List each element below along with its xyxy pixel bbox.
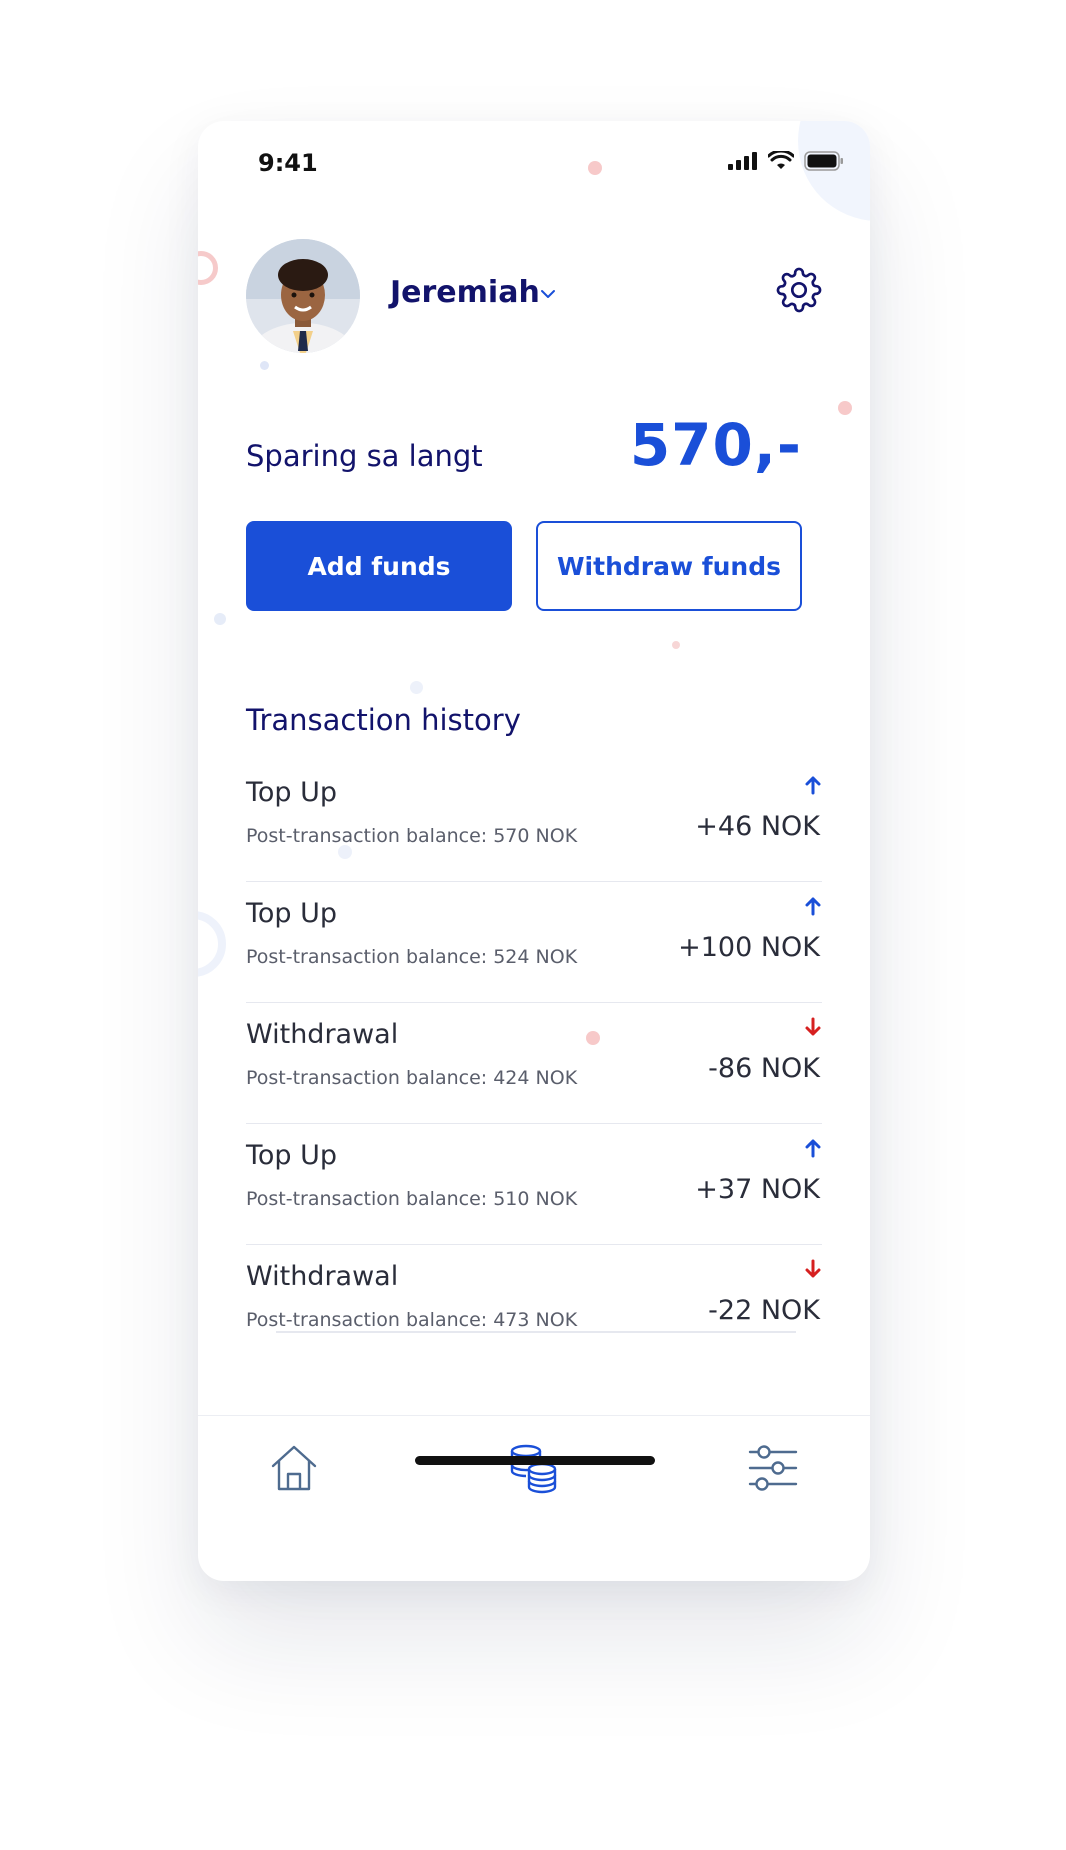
home-icon[interactable] [268, 1442, 320, 1498]
transaction-row[interactable]: Top Up Post-transaction balance: 570 NOK… [246, 761, 822, 882]
decor-dot [410, 681, 423, 694]
divider [276, 1331, 796, 1333]
transaction-amount: +46 NOK [695, 811, 820, 842]
transaction-type: Top Up [246, 1140, 338, 1171]
transaction-balance: Post-transaction balance: 473 NOK [246, 1309, 578, 1331]
transaction-amount: +37 NOK [695, 1174, 820, 1205]
transaction-list: Top Up Post-transaction balance: 570 NOK… [246, 761, 822, 1345]
coins-icon[interactable] [506, 1442, 560, 1498]
phone-screen: 9:41 Jeremiah Sparing sa langt 570,- Add… [198, 121, 870, 1581]
sliders-icon[interactable] [748, 1442, 798, 1498]
transaction-amount: -22 NOK [708, 1295, 820, 1326]
arrow-down-icon [804, 1017, 822, 1041]
avatar[interactable] [246, 239, 360, 353]
status-icons [728, 149, 844, 175]
transaction-row[interactable]: Top Up Post-transaction balance: 524 NOK… [246, 882, 822, 1003]
wifi-icon [767, 149, 795, 175]
arrow-up-icon [804, 1138, 822, 1162]
decor-ring [198, 251, 218, 285]
transaction-amount: +100 NOK [678, 932, 820, 963]
gear-icon[interactable] [776, 267, 822, 317]
transaction-balance: Post-transaction balance: 570 NOK [246, 825, 578, 847]
canvas: 9:41 Jeremiah Sparing sa langt 570,- Add… [0, 0, 1066, 1850]
profile-name[interactable]: Jeremiah [390, 275, 540, 310]
transaction-type: Withdrawal [246, 1019, 399, 1050]
transaction-row[interactable]: Top Up Post-transaction balance: 510 NOK… [246, 1124, 822, 1245]
decor-dot [672, 641, 680, 649]
transaction-balance: Post-transaction balance: 524 NOK [246, 946, 578, 968]
decor-dot [260, 361, 269, 370]
chevron-down-icon[interactable] [540, 285, 556, 304]
decor-dot [588, 161, 602, 175]
arrow-down-icon [804, 1259, 822, 1283]
savings-label: Sparing sa langt [246, 439, 483, 473]
battery-icon [804, 151, 844, 175]
transaction-row[interactable]: Withdrawal Post-transaction balance: 473… [246, 1245, 822, 1345]
transaction-row[interactable]: Withdrawal Post-transaction balance: 424… [246, 1003, 822, 1124]
decor-dot [838, 401, 852, 415]
transaction-type: Withdrawal [246, 1261, 399, 1292]
arrow-up-icon [804, 775, 822, 799]
decor-ring [198, 911, 226, 977]
transaction-type: Top Up [246, 898, 338, 929]
transaction-balance: Post-transaction balance: 510 NOK [246, 1188, 578, 1210]
transaction-balance: Post-transaction balance: 424 NOK [246, 1067, 578, 1089]
home-indicator[interactable] [415, 1456, 655, 1465]
arrow-up-icon [804, 896, 822, 920]
transaction-amount: -86 NOK [708, 1053, 820, 1084]
savings-amount: 570,- [629, 411, 802, 479]
add-funds-button[interactable]: Add funds [246, 521, 512, 611]
decor-dot [214, 613, 226, 625]
transaction-history-title: Transaction history [246, 703, 521, 737]
withdraw-funds-button[interactable]: Withdraw funds [536, 521, 802, 611]
bottom-nav [198, 1415, 870, 1581]
status-time: 9:41 [258, 149, 318, 177]
transaction-type: Top Up [246, 777, 338, 808]
signal-icon [728, 152, 758, 174]
